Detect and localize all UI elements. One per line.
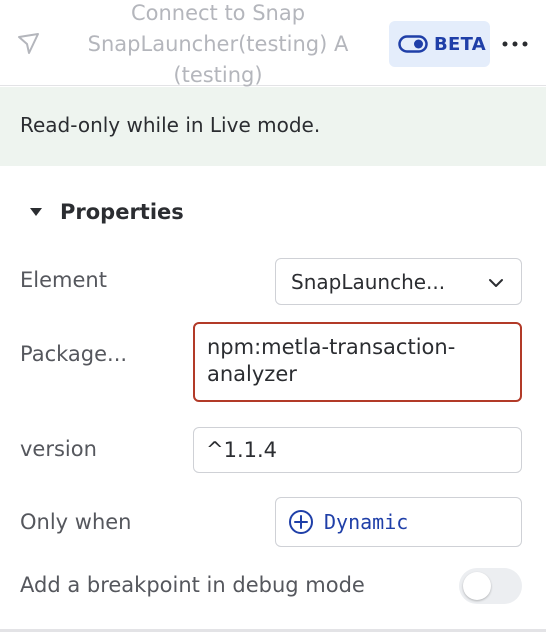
element-label: Element [20, 268, 107, 292]
package-input[interactable]: npm:metla-transaction-analyzer [193, 322, 522, 402]
package-label: Package... [20, 342, 128, 366]
caret-down-icon [30, 208, 42, 216]
version-input[interactable]: ^1.1.4 [193, 427, 522, 473]
element-select[interactable]: SnapLaunche... [275, 258, 522, 305]
dynamic-button[interactable]: Dynamic [275, 497, 522, 547]
readonly-banner: Read-only while in Live mode. [0, 87, 546, 166]
only-when-label: Only when [20, 510, 132, 534]
element-select-value: SnapLaunche... [291, 269, 446, 294]
dynamic-label: Dynamic [324, 510, 409, 534]
beta-label: BETA [434, 33, 487, 55]
chevron-down-icon [489, 279, 503, 287]
readonly-banner-text: Read-only while in Live mode. [20, 113, 321, 137]
panel-header: Connect to Snap SnapLauncher(testing) A … [0, 0, 546, 87]
breakpoint-label: Add a breakpoint in debug mode [20, 573, 365, 597]
breakpoint-toggle[interactable] [459, 568, 522, 604]
toggle-knob [463, 572, 491, 600]
plus-circle-icon [289, 510, 313, 534]
panel-title: Connect to Snap SnapLauncher(testing) A … [87, 1, 349, 87]
more-icon[interactable] [500, 30, 530, 58]
beta-toggle-button[interactable]: BETA [389, 21, 490, 67]
properties-section-toggle[interactable]: Properties [26, 200, 184, 224]
toggle-icon [398, 35, 428, 53]
cursor-arrow-icon [18, 33, 39, 54]
version-label: version [20, 437, 97, 461]
properties-section-title: Properties [60, 200, 184, 224]
